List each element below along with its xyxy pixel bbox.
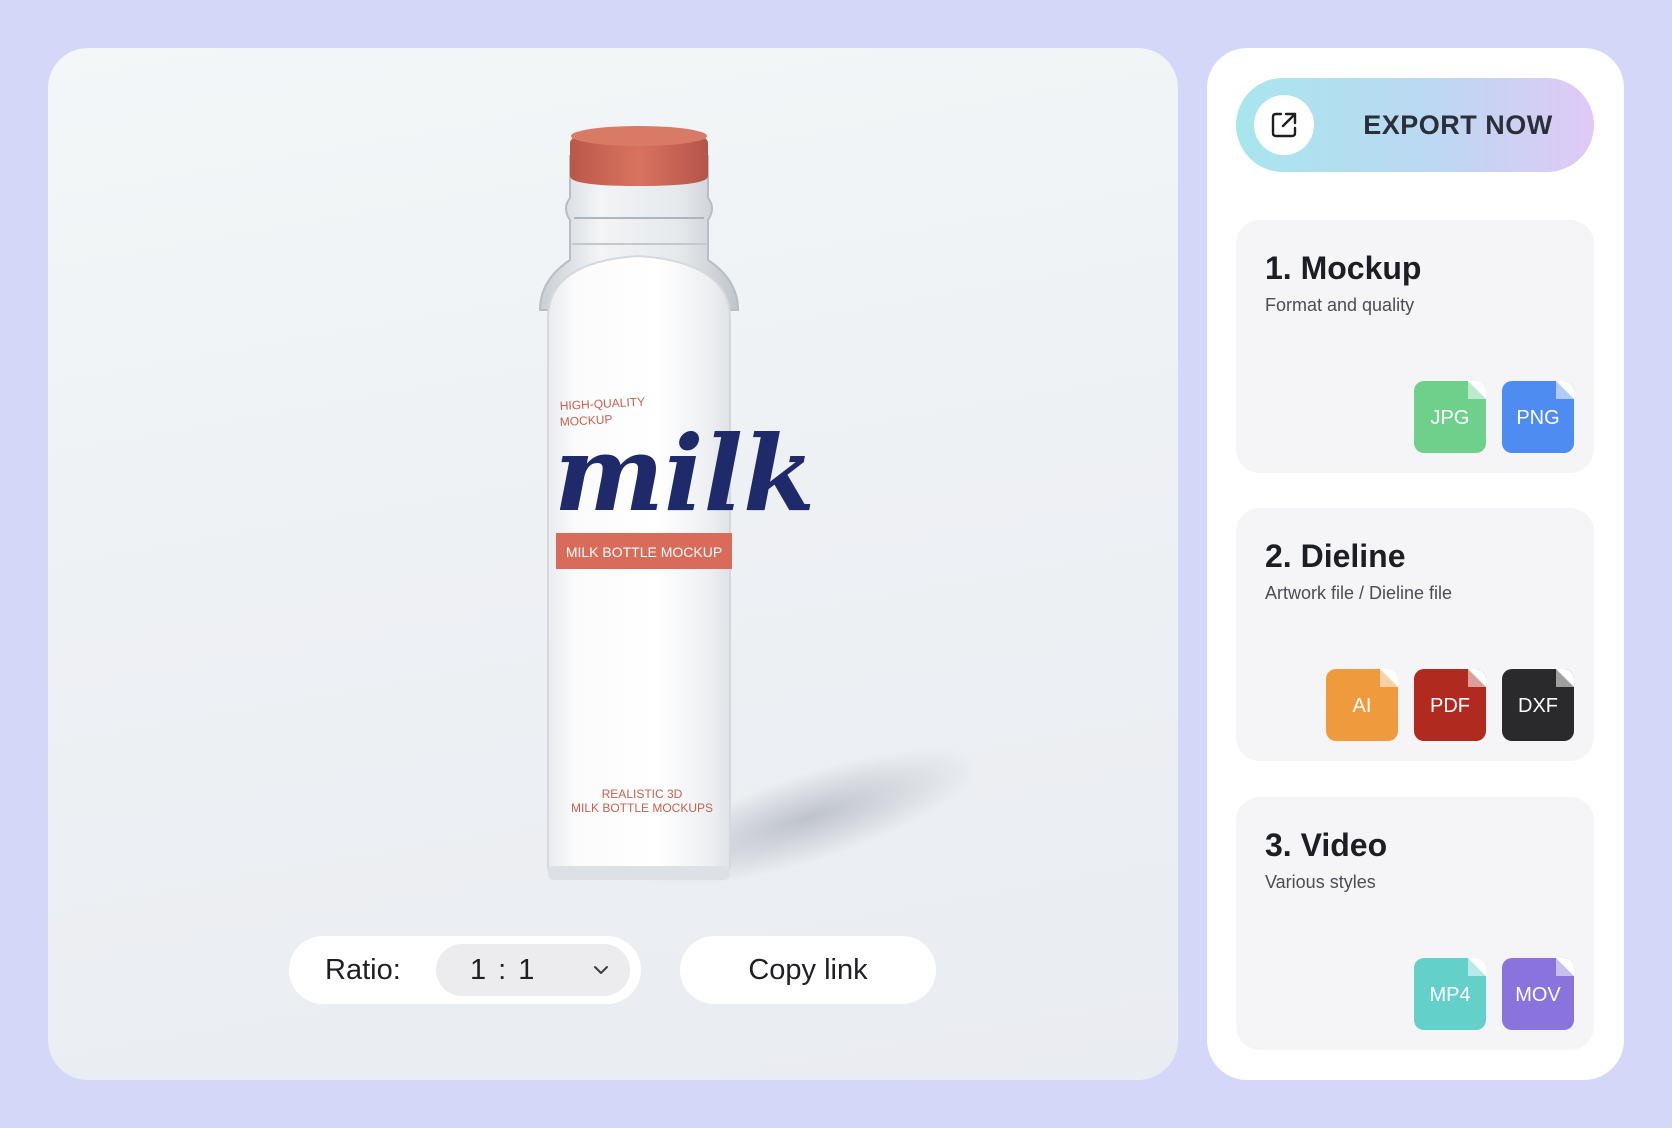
copy-link-button[interactable]: Copy link	[680, 936, 936, 1004]
pdf-format-badge[interactable]: PDF	[1414, 669, 1486, 741]
bottle-bottom-line-2: MILK BOTTLE MOCKUPS	[571, 801, 713, 815]
file-corner-icon	[1556, 958, 1574, 976]
section-title: 3. Video	[1265, 827, 1388, 863]
bottle-banner-text: MILK BOTTLE MOCKUP	[566, 544, 722, 560]
format-label: MOV	[1515, 984, 1561, 1006]
file-corner-icon	[1380, 669, 1398, 687]
section-dieline: 2. Dieline Artwork file / Dieline file A…	[1236, 508, 1594, 761]
format-label: AI	[1352, 695, 1372, 717]
mockup-preview: HIGH-QUALITY MOCKUP milk MILK BOTTLE MOC…	[48, 48, 1178, 1080]
ratio-label: Ratio:	[325, 954, 401, 986]
png-format-badge[interactable]: PNG	[1502, 381, 1574, 453]
mov-format-badge[interactable]: MOV	[1502, 958, 1574, 1030]
chevron-down-icon	[594, 966, 608, 974]
section-title: 1. Mockup	[1265, 250, 1422, 286]
file-corner-icon	[1556, 381, 1574, 399]
jpg-format-badge[interactable]: JPG	[1414, 381, 1486, 453]
milk-bottle-image: HIGH-QUALITY MOCKUP milk MILK BOTTLE MOC…	[538, 126, 980, 888]
section-title: 2. Dieline	[1265, 538, 1406, 574]
ai-format-badge[interactable]: AI	[1326, 669, 1398, 741]
file-corner-icon	[1468, 958, 1486, 976]
format-label: PNG	[1516, 407, 1560, 429]
ratio-value: 1 : 1	[470, 954, 537, 986]
export-now-button[interactable]: EXPORT NOW	[1236, 78, 1594, 172]
section-subtitle: Various styles	[1265, 872, 1376, 892]
format-label: JPG	[1430, 407, 1470, 429]
ratio-dropdown[interactable]: 1 : 1	[436, 944, 630, 996]
export-panel: EXPORT NOW 1. Mockup Format and quality …	[1207, 48, 1624, 1080]
external-link-icon	[1271, 112, 1297, 138]
format-label: PDF	[1430, 695, 1470, 717]
file-corner-icon	[1468, 381, 1486, 399]
section-subtitle: Artwork file / Dieline file	[1265, 583, 1453, 603]
ratio-control: Ratio: 1 : 1	[289, 936, 641, 1004]
section-video: 3. Video Various styles MP4 MOV	[1236, 797, 1594, 1050]
file-corner-icon	[1468, 669, 1486, 687]
section-subtitle: Format and quality	[1265, 295, 1415, 315]
dxf-format-badge[interactable]: DXF	[1502, 669, 1574, 741]
mp4-format-badge[interactable]: MP4	[1414, 958, 1486, 1030]
file-corner-icon	[1556, 669, 1574, 687]
format-label: MP4	[1429, 984, 1471, 1006]
export-icon-badge	[1254, 95, 1314, 155]
section-mockup: 1. Mockup Format and quality JPG PNG	[1236, 220, 1594, 473]
format-label: DXF	[1518, 695, 1558, 717]
bottle-bottom-line-1: REALISTIC 3D	[602, 787, 683, 801]
bottle-brand: milk	[554, 412, 815, 535]
export-now-label: EXPORT NOW	[1363, 110, 1553, 140]
